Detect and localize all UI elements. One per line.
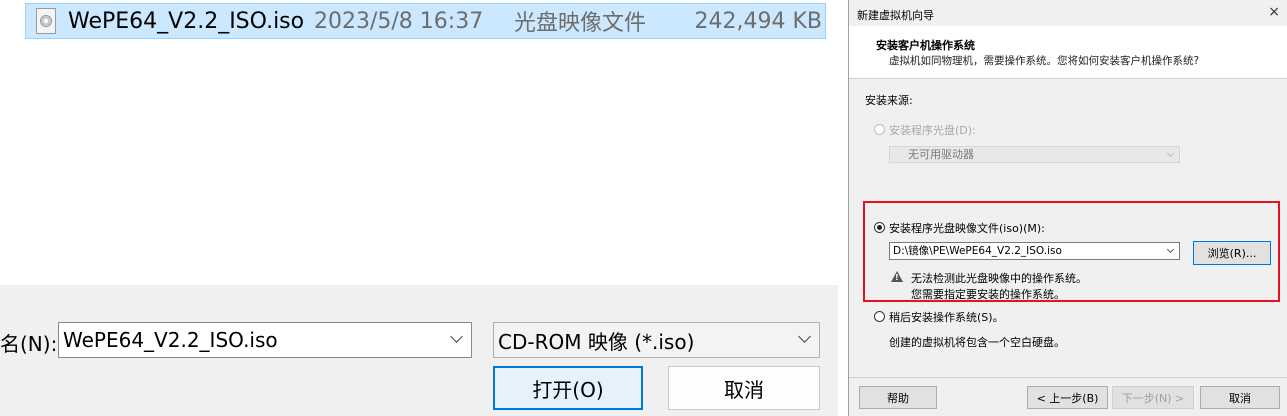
- back-button[interactable]: < 上一步(B): [1027, 386, 1108, 409]
- wizard-cancel-button[interactable]: 取消: [1200, 386, 1280, 409]
- installer-disc-label: 安装程序光盘(D):: [889, 124, 976, 137]
- filter-value: CD-ROM 映像 (*.iso): [498, 329, 695, 354]
- file-size: 242,494 KB: [694, 8, 823, 34]
- radio-install-later[interactable]: [874, 311, 885, 322]
- footer-divider: [849, 377, 1287, 378]
- warning-icon: [891, 271, 903, 282]
- radio-iso-image[interactable]: [874, 222, 885, 233]
- install-later-description: 创建的虚拟机将包含一个空白硬盘。: [889, 336, 1065, 349]
- cancel-button[interactable]: 取消: [668, 366, 820, 410]
- chevron-down-icon[interactable]: [798, 330, 811, 343]
- file-list-item[interactable]: WePE64_V2.2_ISO.iso 2023/5/8 16:37 光盘映像文…: [25, 3, 826, 39]
- window-title: 新建虚拟机向导: [857, 9, 934, 22]
- browse-button[interactable]: 浏览(R)...: [1193, 241, 1271, 265]
- header-title: 安装客户机操作系统: [876, 39, 975, 52]
- filename-input[interactable]: WePE64_V2.2_ISO.iso: [58, 322, 472, 358]
- warning-line-1: 无法检测此光盘映像中的操作系统。: [911, 272, 1087, 285]
- filename-value: WePE64_V2.2_ISO.iso: [63, 328, 278, 352]
- disc-image-file-icon: [36, 8, 56, 34]
- file-open-dialog: WePE64_V2.2_ISO.iso 2023/5/8 16:37 光盘映像文…: [0, 0, 838, 416]
- file-date: 2023/5/8 16:37: [314, 8, 484, 34]
- iso-path-value: D:\镜像\PE\WePE64_V2.2_ISO.iso: [893, 245, 1062, 257]
- file-type: 光盘映像文件: [514, 11, 647, 36]
- next-button[interactable]: 下一步(N) >: [1112, 386, 1194, 409]
- drive-select[interactable]: 无可用驱动器: [889, 146, 1180, 163]
- warning-line-2: 您需要指定要安装的操作系统。: [911, 288, 1065, 301]
- filename-label: 名(N):: [0, 332, 58, 356]
- open-button[interactable]: 打开(O): [493, 366, 643, 410]
- chevron-down-icon[interactable]: [450, 330, 463, 343]
- install-source-label: 安装来源:: [865, 94, 913, 107]
- iso-image-label: 安装程序光盘映像文件(iso)(M):: [889, 222, 1045, 235]
- file-name: WePE64_V2.2_ISO.iso: [68, 8, 305, 34]
- close-icon[interactable]: ×: [1268, 4, 1280, 20]
- radio-installer-disc[interactable]: [874, 124, 885, 135]
- install-later-label: 稍后安装操作系统(S)。: [889, 311, 1004, 324]
- new-vm-wizard: 新建虚拟机向导 × 安装客户机操作系统 虚拟机如同物理机，需要操作系统。您将如何…: [848, 0, 1287, 416]
- wizard-header: 安装客户机操作系统 虚拟机如同物理机，需要操作系统。您将如何安装客户机操作系统?: [849, 26, 1287, 79]
- drive-value: 无可用驱动器: [908, 148, 974, 161]
- iso-path-input[interactable]: D:\镜像\PE\WePE64_V2.2_ISO.iso: [889, 242, 1180, 260]
- file-type-filter-select[interactable]: CD-ROM 映像 (*.iso): [493, 322, 820, 358]
- chevron-down-icon[interactable]: [1166, 245, 1175, 254]
- chevron-down-icon: [1166, 149, 1175, 158]
- header-subtitle: 虚拟机如同物理机，需要操作系统。您将如何安装客户机操作系统?: [889, 55, 1200, 67]
- help-button[interactable]: 帮助: [859, 386, 937, 409]
